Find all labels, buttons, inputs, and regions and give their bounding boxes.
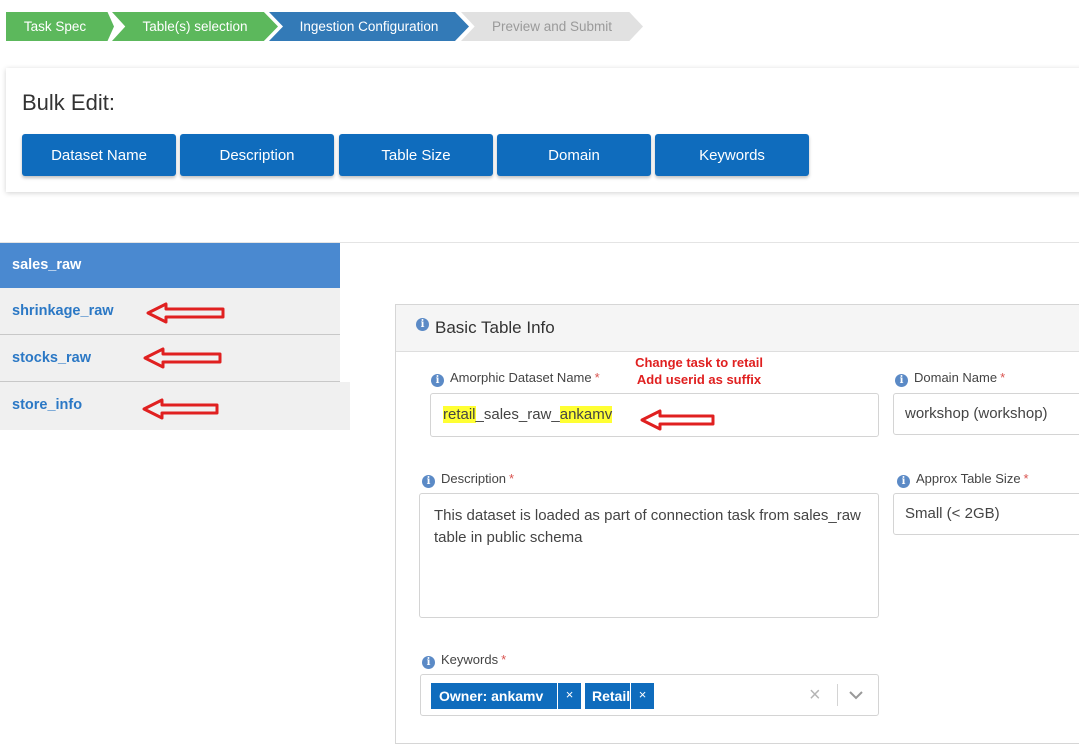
description-textarea[interactable]: This dataset is loaded as part of connec… bbox=[419, 493, 879, 618]
panel-title: Basic Table Info bbox=[435, 318, 555, 337]
dataset-name-label: i Amorphic Dataset Name * bbox=[431, 370, 600, 387]
description-label: i Description * bbox=[422, 471, 514, 488]
clear-icon[interactable]: × bbox=[809, 684, 821, 707]
table-item-sales-raw[interactable]: sales_raw bbox=[0, 243, 340, 288]
keywords-multiselect[interactable]: Owner: ankamv × Retail × × bbox=[420, 674, 879, 716]
annotation-arrow-icon bbox=[640, 409, 715, 431]
step-preview-and-submit[interactable]: Preview and Submit bbox=[461, 12, 643, 41]
dataset-name-suffix: ankamv bbox=[559, 406, 613, 423]
keyword-tag: Owner: ankamv bbox=[431, 683, 557, 709]
info-icon: i bbox=[431, 374, 444, 387]
chevron-down-icon[interactable] bbox=[849, 690, 863, 700]
step-table-selection[interactable]: Table(s) selection bbox=[112, 12, 278, 41]
info-icon: i bbox=[422, 475, 435, 488]
bulk-dataset-name-button[interactable]: Dataset Name bbox=[22, 134, 176, 176]
keyword-tag: Retail bbox=[585, 683, 631, 709]
bulk-domain-button[interactable]: Domain bbox=[497, 134, 651, 176]
step-task-spec[interactable]: Task Spec bbox=[6, 12, 114, 41]
table-size-select[interactable]: Small (< 2GB) bbox=[893, 493, 1079, 535]
annotation-arrow-icon bbox=[143, 347, 222, 369]
panel-header: i Basic Table Info bbox=[396, 305, 1079, 352]
info-icon: i bbox=[897, 475, 910, 488]
bulk-keywords-button[interactable]: Keywords bbox=[655, 134, 809, 176]
bulk-edit-card: Bulk Edit: Dataset Name Description Tabl… bbox=[6, 68, 1079, 192]
dataset-name-middle: _sales_raw_ bbox=[475, 406, 560, 423]
info-icon: i bbox=[416, 318, 429, 331]
keywords-label: i Keywords * bbox=[422, 652, 506, 669]
domain-select[interactable]: workshop (workshop) bbox=[893, 393, 1079, 435]
dataset-name-prefix: retail bbox=[443, 406, 476, 423]
domain-label: i Domain Name * bbox=[895, 370, 1005, 387]
step-ingestion-configuration[interactable]: Ingestion Configuration bbox=[269, 12, 469, 41]
separator bbox=[837, 684, 838, 706]
annotation-arrow-icon bbox=[142, 398, 219, 420]
remove-tag-icon[interactable]: × bbox=[630, 683, 654, 709]
bulk-table-size-button[interactable]: Table Size bbox=[339, 134, 493, 176]
bulk-edit-title: Bulk Edit: bbox=[22, 90, 115, 115]
annotation-note: Change task to retail Add userid as suff… bbox=[635, 355, 763, 387]
remove-tag-icon[interactable]: × bbox=[557, 683, 581, 709]
bulk-description-button[interactable]: Description bbox=[180, 134, 334, 176]
table-size-label: i Approx Table Size * bbox=[897, 471, 1029, 488]
info-icon: i bbox=[895, 374, 908, 387]
info-icon: i bbox=[422, 656, 435, 669]
annotation-arrow-icon bbox=[146, 302, 225, 324]
